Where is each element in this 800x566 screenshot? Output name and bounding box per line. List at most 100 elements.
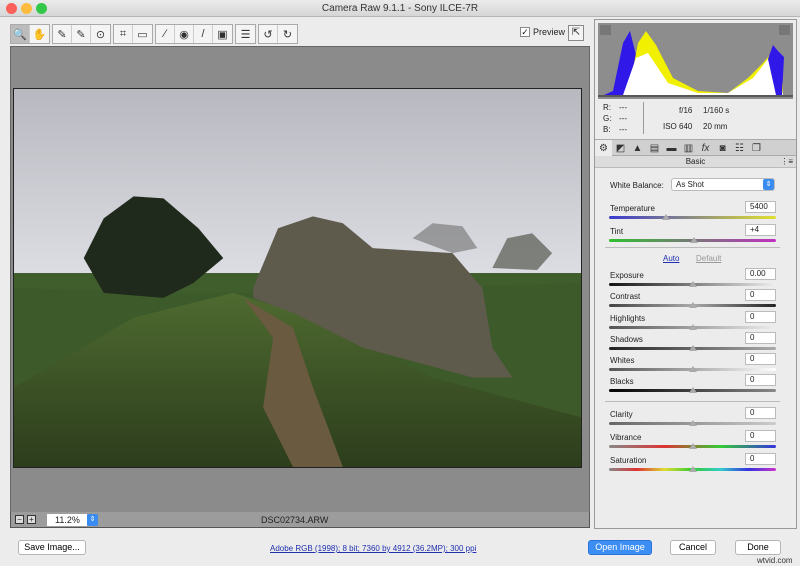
- highlight-clipping-icon: [779, 25, 790, 35]
- tab-split-toning[interactable]: ▬: [663, 140, 680, 156]
- white-balance-value: As Shot: [676, 180, 705, 189]
- tab-hsl[interactable]: ▤: [646, 140, 663, 156]
- tab-snapshots[interactable]: ❐: [748, 140, 765, 156]
- tool-group: ⌗ ▭: [113, 24, 153, 44]
- slider-thumb[interactable]: [688, 443, 697, 449]
- slider-value-field[interactable]: 0: [745, 374, 776, 386]
- b-label: B:: [603, 125, 611, 134]
- auto-link[interactable]: Auto: [663, 254, 679, 263]
- tab-basic[interactable]: ⚙: [595, 140, 612, 156]
- divider: [605, 401, 780, 402]
- slider-thumb[interactable]: [688, 302, 697, 308]
- graduated-filter-tool-icon[interactable]: ▣: [213, 25, 232, 43]
- toolbar: 🔍 ✋ ✎ ✎ ⊙ ⌗ ▭ ⁄ ◉ / ▣ ☰ ↺ ↻: [10, 24, 298, 44]
- crop-tool-icon[interactable]: ⌗: [114, 25, 133, 43]
- info-panel: R: --- G: --- B: --- f/16 1/160 s ISO 640 2…: [595, 100, 796, 138]
- iso: ISO 640: [663, 122, 693, 131]
- slider-thumb[interactable]: [688, 345, 697, 351]
- workflow-options-link[interactable]: Adobe RGB (1998); 8 bit; 7360 by 4912 (3…: [270, 544, 476, 553]
- g-value: ---: [619, 114, 627, 123]
- minimize-window-button[interactable]: [21, 3, 32, 14]
- slider-track[interactable]: [609, 216, 776, 219]
- slider-label: Tint: [610, 227, 624, 236]
- slider-label: Shadows: [610, 335, 643, 344]
- slider-thumb[interactable]: [688, 324, 697, 330]
- default-link[interactable]: Default: [696, 254, 721, 263]
- slider-value-field[interactable]: 0: [745, 332, 776, 344]
- watermark: wtvid.com: [757, 556, 793, 565]
- tab-detail[interactable]: ▲: [629, 140, 646, 156]
- slider-thumb[interactable]: [661, 214, 670, 220]
- slider-thumb[interactable]: [690, 237, 699, 243]
- fullscreen-button[interactable]: ⇱: [568, 25, 584, 41]
- tool-group: ☰: [235, 24, 256, 44]
- slider-thumb[interactable]: [688, 420, 697, 426]
- slider-label: Saturation: [610, 456, 647, 465]
- checkbox[interactable]: ✓: [520, 27, 530, 37]
- targeted-adjustment-tool-icon[interactable]: ⊙: [91, 25, 110, 43]
- aperture: f/16: [679, 106, 693, 115]
- right-panel: R: --- G: --- B: --- f/16 1/160 s ISO 640 2…: [594, 19, 797, 529]
- rotate-right-button-icon[interactable]: ↻: [278, 25, 297, 43]
- spot-removal-tool-icon[interactable]: ⁄: [156, 25, 175, 43]
- slider-value-field[interactable]: 0: [745, 353, 776, 365]
- straighten-tool-icon[interactable]: ▭: [133, 25, 152, 43]
- zoom-level-field[interactable]: 11.2%: [47, 514, 87, 526]
- white-balance-select[interactable]: As Shot ⇕: [671, 178, 775, 191]
- zoom-out-button[interactable]: −: [15, 515, 24, 524]
- rotate-left-button-icon[interactable]: ↺: [259, 25, 278, 43]
- slider-thumb[interactable]: [688, 281, 697, 287]
- zoom-tool-icon[interactable]: 🔍: [11, 25, 30, 43]
- window-title: Camera Raw 9.1.1 - Sony ILCE-7R: [321, 3, 479, 14]
- slider-value-field[interactable]: 0: [745, 407, 776, 419]
- filename: DSC02734.ARW: [261, 515, 329, 525]
- slider-label: Vibrance: [610, 433, 642, 442]
- slider-value-field[interactable]: 0: [745, 289, 776, 301]
- zoom-in-button[interactable]: +: [27, 515, 36, 524]
- photo-preview[interactable]: [13, 88, 582, 468]
- tab-effects[interactable]: fx: [697, 140, 714, 156]
- panel-menu-icon[interactable]: ⋮≡: [780, 156, 793, 168]
- slider-value-field[interactable]: 5400: [745, 201, 776, 213]
- r-value: ---: [619, 103, 627, 112]
- tool-group: ↺ ↻: [258, 24, 298, 44]
- white-balance-tool-icon[interactable]: ✎: [53, 25, 72, 43]
- r-label: R:: [603, 103, 611, 112]
- slider-value-field[interactable]: 0: [745, 430, 776, 442]
- title-bar: Camera Raw 9.1.1 - Sony ILCE-7R: [0, 0, 800, 17]
- slider-label: Exposure: [610, 271, 644, 280]
- slider-thumb[interactable]: [688, 387, 697, 393]
- done-button[interactable]: Done: [735, 540, 781, 555]
- zoom-level-stepper[interactable]: ⇕: [87, 514, 98, 526]
- slider-value-field[interactable]: 0: [745, 453, 776, 465]
- focal-length: 20 mm: [703, 122, 728, 131]
- tool-group: ⁄ ◉ / ▣: [155, 24, 233, 44]
- slider-label: Contrast: [610, 292, 641, 301]
- tab-lens-corrections[interactable]: ▥: [680, 140, 697, 156]
- slider-value-field[interactable]: 0: [745, 311, 776, 323]
- color-sampler-tool-icon[interactable]: ✎: [72, 25, 91, 43]
- tool-group: ✎ ✎ ⊙: [52, 24, 111, 44]
- open-image-button[interactable]: Open Image: [588, 540, 652, 555]
- slider-value-field[interactable]: 0.00: [745, 268, 776, 280]
- tab-tone-curve[interactable]: ◩: [612, 140, 629, 156]
- close-window-button[interactable]: [6, 3, 17, 14]
- preview-checkbox[interactable]: ✓ Preview: [520, 27, 565, 37]
- adjustment-brush-tool-icon[interactable]: /: [194, 25, 213, 43]
- shutter-speed: 1/160 s: [703, 106, 730, 115]
- tool-group: 🔍 ✋: [10, 24, 50, 44]
- panel-header: Basic ⋮≡: [595, 156, 796, 168]
- select-arrow-icon: ⇕: [763, 179, 774, 190]
- hand-tool-icon[interactable]: ✋: [30, 25, 49, 43]
- tab-presets[interactable]: ☷: [731, 140, 748, 156]
- slider-thumb[interactable]: [688, 466, 697, 472]
- slider-value-field[interactable]: +4: [745, 224, 776, 236]
- save-image-button[interactable]: Save Image...: [18, 540, 86, 555]
- preferences-button-icon[interactable]: ☰: [236, 25, 255, 43]
- zoom-window-button[interactable]: [36, 3, 47, 14]
- cancel-button[interactable]: Cancel: [670, 540, 716, 555]
- white-balance-label: White Balance:: [610, 181, 664, 190]
- tab-camera-calibration[interactable]: ◙: [714, 140, 731, 156]
- red-eye-tool-icon[interactable]: ◉: [175, 25, 194, 43]
- slider-thumb[interactable]: [688, 366, 697, 372]
